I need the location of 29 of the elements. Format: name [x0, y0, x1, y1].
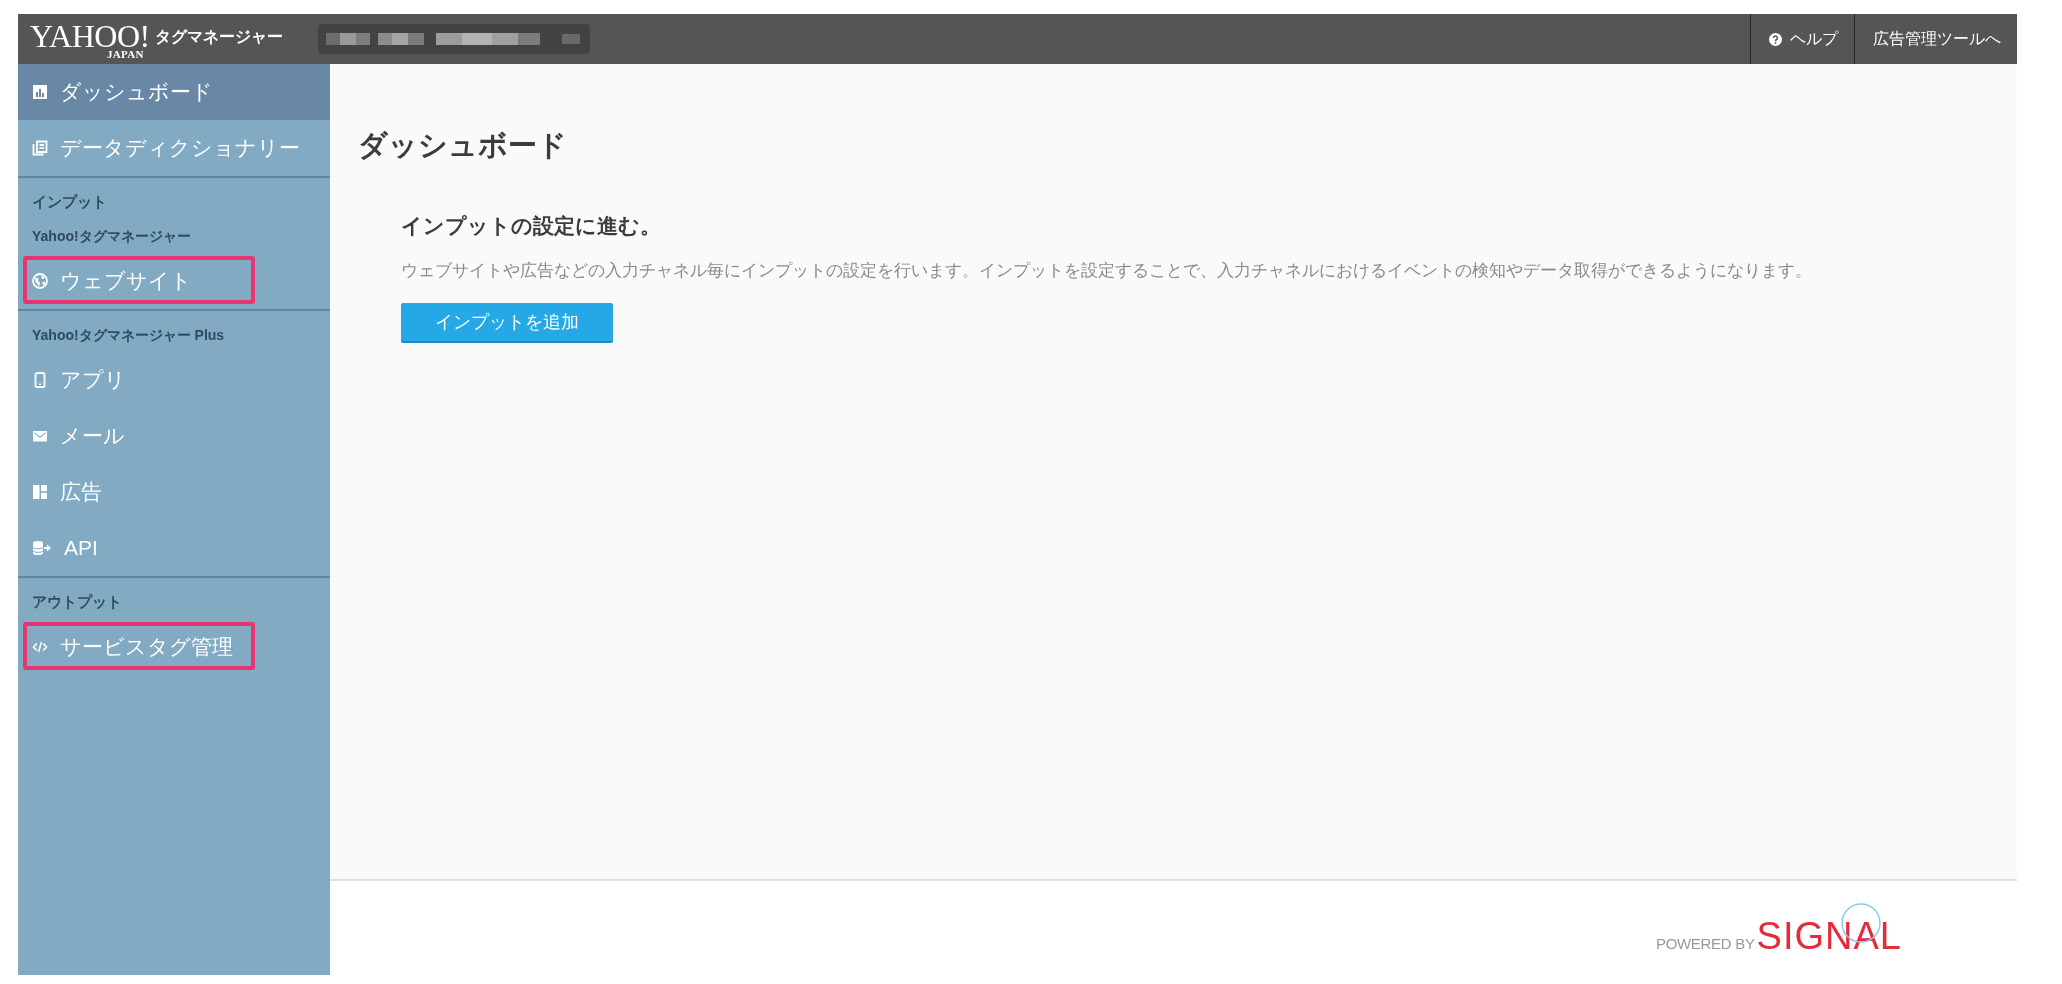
- section-heading: アウトプット: [31, 592, 123, 612]
- sidebar-item[interactable]: データディクショナリー: [18, 120, 330, 176]
- phone-icon: [32, 372, 48, 388]
- section-title: インプットの設定に進む。: [401, 213, 662, 239]
- sidebar-item[interactable]: ダッシュボード: [18, 64, 330, 120]
- layout-icon: [32, 484, 48, 500]
- page-title: ダッシュボード: [358, 128, 568, 163]
- section-heading: インプット: [31, 192, 108, 212]
- product-name: タグマネージャー: [154, 26, 283, 47]
- code-icon: [32, 639, 48, 655]
- powered-by-text: POWERED BY: [1655, 935, 1755, 952]
- document-icon: [32, 140, 48, 156]
- sidebar-item[interactable]: ウェブサイト: [18, 253, 330, 309]
- sidebar-item[interactable]: アプリ: [18, 352, 330, 408]
- group-heading: Yahoo!タグマネージャー: [31, 227, 192, 246]
- bar-chart-icon: [32, 84, 48, 100]
- brand-logo: SIGNAL: [1756, 905, 1902, 955]
- sidebar-item[interactable]: メール: [18, 408, 330, 464]
- description-text: ウェブサイトや広告などの入力チャネル毎にインプットの設定を行います。インプットを設定することで、入力チャネルにおけるイベントの検知やデータ取得ができるようになります。: [401, 260, 1813, 281]
- help-icon: [1769, 32, 1782, 46]
- envelope-icon: [32, 428, 48, 444]
- sidebar-item[interactable]: API: [18, 520, 330, 576]
- group-heading: Yahoo!タグマネージャー Plus: [31, 326, 226, 345]
- globe-icon: [32, 273, 48, 289]
- sidebar-item[interactable]: サービスタグ管理: [18, 619, 330, 675]
- sidebar-item[interactable]: 広告: [18, 464, 330, 520]
- logo-link[interactable]: YAHOO! JAPAN: [30, 23, 150, 59]
- database-arrow-icon: [32, 540, 52, 556]
- add-input-button[interactable]: インプットを追加: [401, 303, 613, 343]
